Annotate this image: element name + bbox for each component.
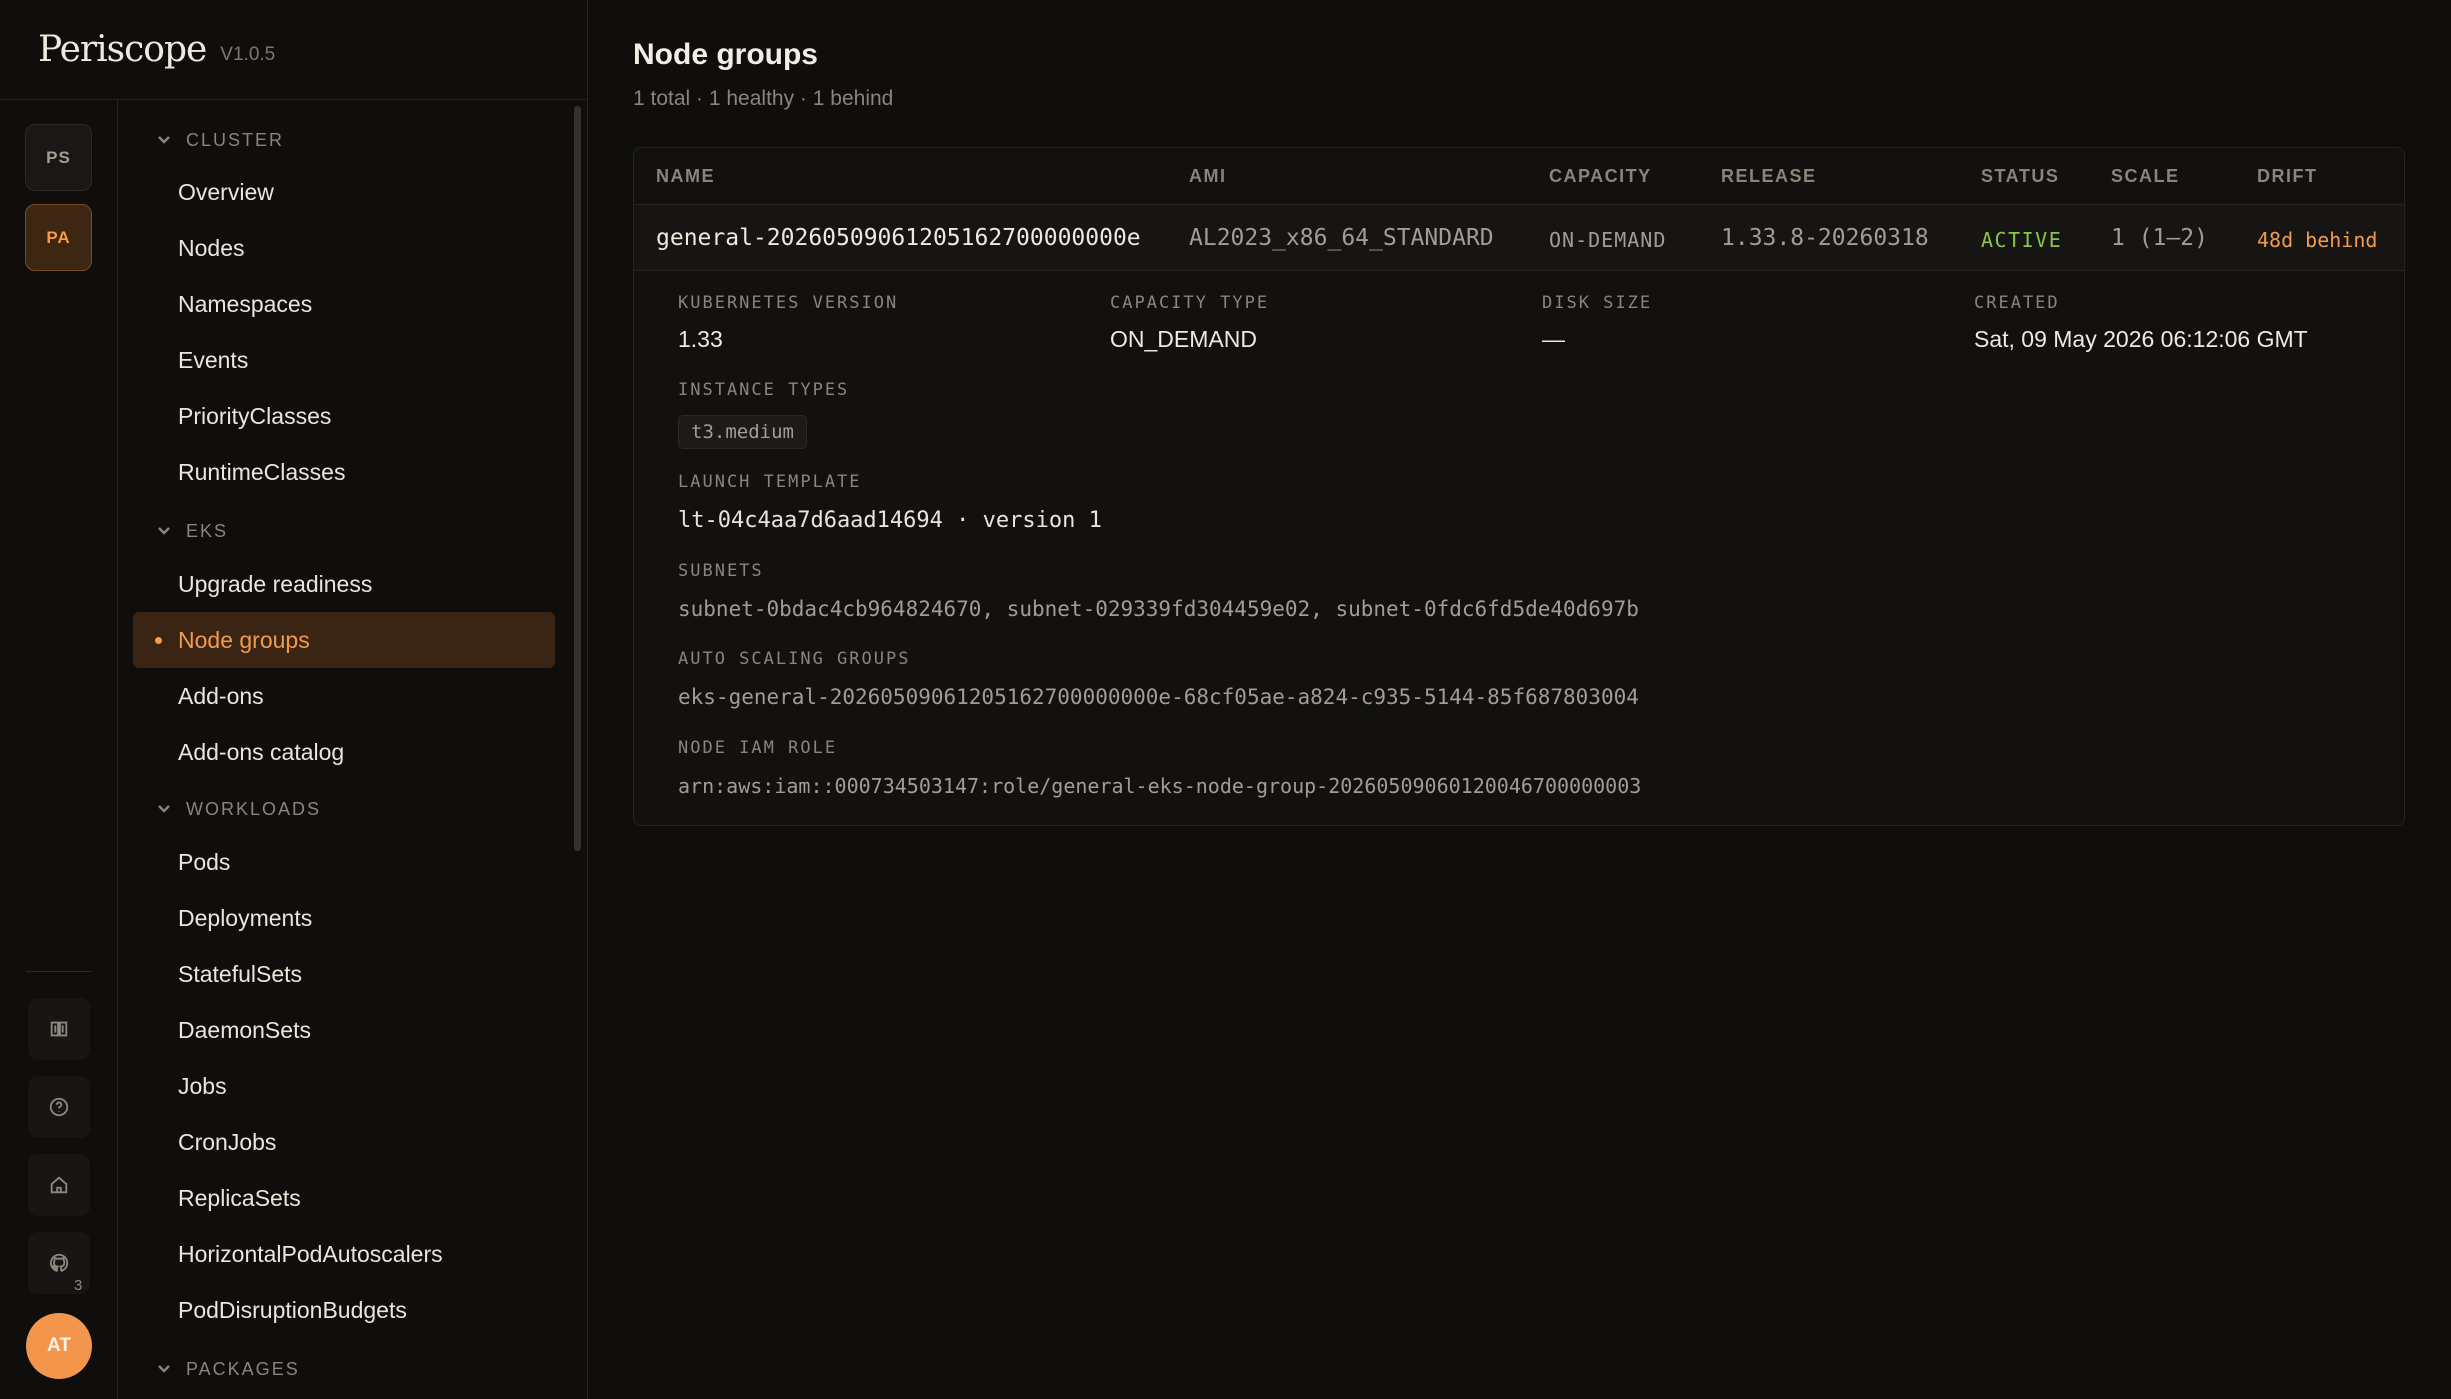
book-icon[interactable] xyxy=(28,998,90,1060)
main-content: Node groups 1 total · 1 healthy · 1 behi… xyxy=(588,0,2451,1399)
row-scale: 1 (1–2) xyxy=(2111,225,2208,251)
app-version: V1.0.5 xyxy=(220,43,276,65)
chevron-down-icon xyxy=(158,805,170,813)
sidebar-item-cronjobs[interactable]: CronJobs xyxy=(133,1114,555,1170)
asg-value: eks-general-20260509061205162700000000e-… xyxy=(678,685,1639,709)
created-label: CREATED xyxy=(1974,293,2060,313)
context-switch-pa[interactable]: PA xyxy=(25,204,92,271)
sidebar-item-nodes[interactable]: Nodes xyxy=(133,220,555,276)
drift-badge: 48d behind xyxy=(2257,228,2378,252)
sidebar-item-node-groups[interactable]: Node groups xyxy=(133,612,555,668)
context-switch-ps[interactable]: PS xyxy=(25,124,92,191)
row-capacity: ON-DEMAND xyxy=(1549,228,1667,252)
app-logo[interactable]: Periscope xyxy=(38,29,207,70)
sidebar-scrollbar[interactable] xyxy=(574,106,581,851)
rail-divider xyxy=(26,971,92,972)
page-summary: 1 total · 1 healthy · 1 behind xyxy=(633,87,894,110)
row-ami: AL2023_x86_64_STANDARD xyxy=(1189,225,1494,251)
row-name: general-20260509061205162700000000e xyxy=(656,225,1141,251)
sidebar-item-namespaces[interactable]: Namespaces xyxy=(133,276,555,332)
section-label: WORKLOADS xyxy=(186,798,322,819)
sidebar-item-upgrade-readiness[interactable]: Upgrade readiness xyxy=(133,556,555,612)
sidebar-item-runtimeclasses[interactable]: RuntimeClasses xyxy=(133,444,555,500)
github-badge: 3 xyxy=(74,1277,83,1294)
sidebar-item-deployments[interactable]: Deployments xyxy=(133,890,555,946)
active-dot-icon xyxy=(155,637,162,644)
sidebar-item-jobs[interactable]: Jobs xyxy=(133,1058,555,1114)
capacity-type-value: ON_DEMAND xyxy=(1110,326,1257,352)
table-row[interactable]: general-20260509061205162700000000e AL20… xyxy=(634,205,2404,271)
section-packages[interactable]: PACKAGES xyxy=(156,1351,300,1387)
sidebar-item-priorityclasses[interactable]: PriorityClasses xyxy=(133,388,555,444)
sidebar-item-add-ons[interactable]: Add-ons xyxy=(133,668,555,724)
section-cluster[interactable]: CLUSTER xyxy=(156,122,284,158)
chevron-down-icon xyxy=(158,136,170,144)
kubernetes-version-label: KUBERNETES VERSION xyxy=(678,293,899,313)
chevron-down-icon xyxy=(158,527,170,535)
sidebar-item-overview[interactable]: Overview xyxy=(133,164,555,220)
sidebar-item-add-ons-catalog[interactable]: Add-ons catalog xyxy=(133,724,555,780)
subnets-value: subnet-0bdac4cb964824670, subnet-029339f… xyxy=(678,597,1639,621)
sidebar-item-horizontalpodautoscalers[interactable]: HorizontalPodAutoscalers xyxy=(133,1226,555,1282)
node-groups-table: NAME AMI CAPACITY RELEASE STATUS SCALE D… xyxy=(633,147,2405,826)
column-drift[interactable]: DRIFT xyxy=(2257,166,2318,187)
column-name[interactable]: NAME xyxy=(656,166,715,187)
section-label: CLUSTER xyxy=(186,129,285,150)
disk-size-label: DISK SIZE xyxy=(1542,293,1653,313)
context-rail: PS PA 3 AT xyxy=(0,100,118,1399)
launch-template-value: lt-04c4aa7d6aad14694 · version 1 xyxy=(678,508,1102,533)
sidebar-nav: CLUSTER Overview Nodes Namespaces Events… xyxy=(118,100,588,1399)
table-header: NAME AMI CAPACITY RELEASE STATUS SCALE D… xyxy=(634,148,2404,205)
kubernetes-version-value: 1.33 xyxy=(678,326,723,352)
row-release: 1.33.8-20260318 xyxy=(1721,225,1929,251)
column-scale[interactable]: SCALE xyxy=(2111,166,2180,187)
section-eks[interactable]: EKS xyxy=(156,513,228,549)
sidebar-item-daemonsets[interactable]: DaemonSets xyxy=(133,1002,555,1058)
page-title: Node groups xyxy=(633,38,818,71)
chevron-down-icon xyxy=(158,1365,170,1373)
column-status[interactable]: STATUS xyxy=(1981,166,2059,187)
section-workloads[interactable]: WORKLOADS xyxy=(156,791,321,827)
home-icon[interactable] xyxy=(28,1154,90,1216)
sidebar-item-label: Node groups xyxy=(178,626,310,653)
launch-template-label: LAUNCH TEMPLATE xyxy=(678,472,862,492)
column-release[interactable]: RELEASE xyxy=(1721,166,1817,187)
brand-header: Periscope V1.0.5 xyxy=(0,0,588,100)
instance-types-label: INSTANCE TYPES xyxy=(678,380,850,400)
iam-role-value: arn:aws:iam::000734503147:role/general-e… xyxy=(678,774,1642,798)
asg-label: AUTO SCALING GROUPS xyxy=(678,649,911,669)
capacity-type-label: CAPACITY TYPE xyxy=(1110,293,1270,313)
created-value: Sat, 09 May 2026 06:12:06 GMT xyxy=(1974,326,2308,352)
subnets-label: SUBNETS xyxy=(678,561,764,581)
user-avatar[interactable]: AT xyxy=(26,1313,92,1379)
iam-role-label: NODE IAM ROLE xyxy=(678,738,838,758)
section-label: EKS xyxy=(186,520,229,541)
section-label: PACKAGES xyxy=(186,1358,300,1379)
instance-type-chip: t3.medium xyxy=(678,415,807,449)
disk-size-value: — xyxy=(1542,326,1565,352)
column-ami[interactable]: AMI xyxy=(1189,166,1227,187)
help-icon[interactable] xyxy=(28,1076,90,1138)
column-capacity[interactable]: CAPACITY xyxy=(1549,166,1652,187)
sidebar-item-pods[interactable]: Pods xyxy=(133,834,555,890)
sidebar-item-statefulsets[interactable]: StatefulSets xyxy=(133,946,555,1002)
sidebar-item-events[interactable]: Events xyxy=(133,332,555,388)
status-badge: ACTIVE xyxy=(1981,228,2063,252)
sidebar-item-replicasets[interactable]: ReplicaSets xyxy=(133,1170,555,1226)
sidebar-item-poddisruptionbudgets[interactable]: PodDisruptionBudgets xyxy=(133,1282,555,1338)
